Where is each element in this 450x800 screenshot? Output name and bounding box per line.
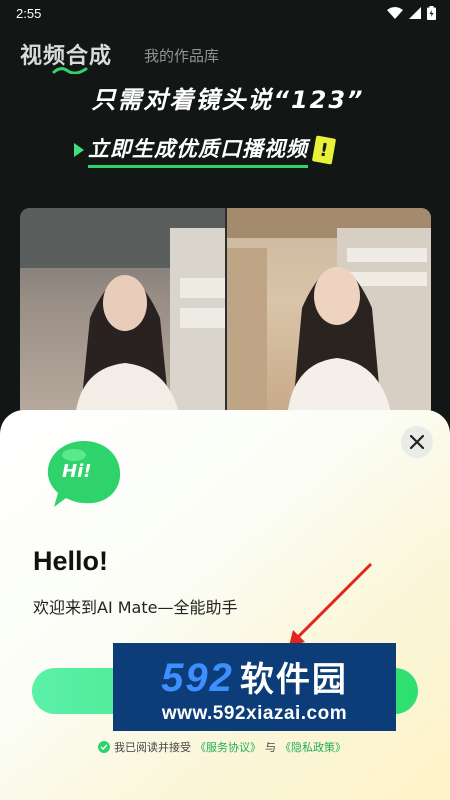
close-icon: [410, 435, 424, 449]
banner-subheadline-text: 立即生成优质口播视频: [88, 133, 308, 168]
agreement-checkbox[interactable]: [98, 741, 110, 753]
banner-subheadline: 立即生成优质口播视频 !: [74, 132, 337, 168]
preview-image-after: [226, 208, 431, 418]
hello-title: Hello!: [33, 546, 109, 576]
play-triangle-icon: [74, 143, 84, 157]
signal-icon: [409, 7, 421, 19]
welcome-subtitle: 欢迎来到AI Mate—全能助手: [33, 598, 238, 617]
hi-label: Hi!: [62, 461, 92, 482]
close-button[interactable]: [401, 426, 433, 458]
wifi-icon: [387, 7, 403, 19]
tab-active-indicator: [52, 67, 88, 74]
agreement-conjunction: 与: [265, 741, 276, 754]
watermark-number: 592: [161, 655, 234, 700]
banner-headline: 只需对着镜头说“123”: [91, 86, 365, 114]
preview-image-before: [20, 208, 225, 418]
red-arrow-icon: [289, 562, 373, 646]
watermark-overlay: 592 软件园 www.592xiazai.com: [113, 643, 396, 731]
battery-icon: [427, 6, 436, 20]
status-time: 2:55: [16, 5, 42, 21]
watermark-brand: 软件园: [239, 659, 348, 700]
watermark-logo: 592 软件园: [161, 652, 348, 701]
agreement-row: 我已阅读并接受 《服务协议》 与 《隐私政策》: [98, 739, 346, 755]
person-image-generated: [226, 208, 431, 418]
tab-my-works[interactable]: 我的作品库: [144, 45, 219, 70]
status-bar: 2:55: [0, 0, 450, 26]
privacy-link[interactable]: 《隐私政策》: [280, 739, 346, 755]
check-icon: [100, 744, 108, 750]
watermark-url: www.592xiazai.com: [161, 702, 348, 724]
status-icons: [387, 6, 436, 20]
agreement-prefix: 我已阅读并接受: [114, 741, 191, 754]
video-preview[interactable]: [20, 208, 431, 418]
exclamation-badge: !: [311, 135, 337, 165]
person-image: [20, 208, 225, 418]
terms-link[interactable]: 《服务协议》: [195, 739, 261, 755]
header-tabs: 视频合成 我的作品库: [20, 38, 219, 70]
